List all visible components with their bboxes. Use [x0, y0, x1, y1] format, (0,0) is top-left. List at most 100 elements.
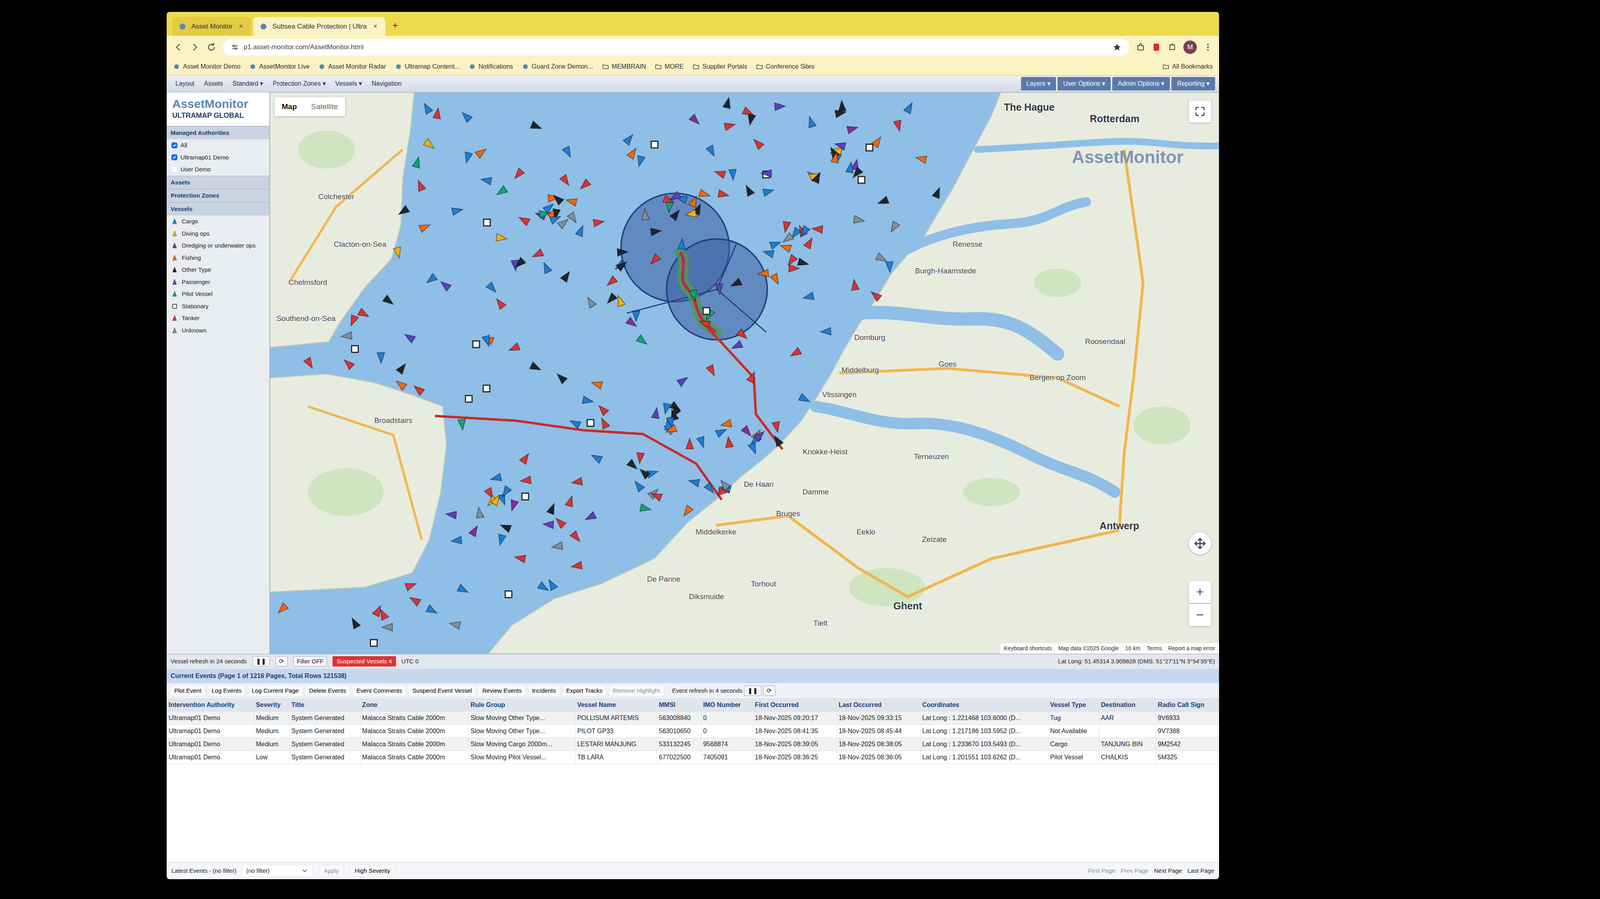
column-header[interactable]: Rule Group — [468, 698, 576, 712]
legend-item[interactable]: Pilot Vessel — [166, 288, 270, 301]
attribution-item[interactable]: Terms — [1146, 644, 1162, 653]
menu-item[interactable]: Protection Zones ▾ — [267, 77, 331, 91]
reload-icon[interactable] — [206, 42, 217, 53]
section-title[interactable]: Protection Zones — [166, 188, 270, 203]
column-header[interactable]: Vessel Type — [1048, 698, 1100, 712]
pan-control[interactable] — [1188, 532, 1212, 555]
map-type-button[interactable]: Map — [274, 97, 304, 117]
toolbar-button[interactable]: Suspend Event Vessel — [407, 684, 477, 698]
bookmark[interactable]: Notifications — [468, 61, 514, 72]
column-header[interactable]: Vessel Name — [575, 698, 658, 712]
column-header[interactable]: Severity — [253, 698, 290, 712]
menu-item[interactable]: Assets — [199, 77, 228, 91]
page-link[interactable]: Next Page — [1153, 866, 1182, 876]
item-checkbox[interactable] — [171, 142, 178, 149]
menu-item[interactable]: Navigation — [366, 77, 407, 91]
profile-button[interactable]: M — [1183, 40, 1197, 54]
menu-item[interactable]: Reporting ▾ — [1171, 76, 1216, 91]
extension-icon[interactable] — [1135, 42, 1146, 52]
map-type-button[interactable]: Satellite — [303, 97, 346, 117]
forward-icon[interactable] — [189, 42, 200, 53]
event-row[interactable]: Ultramap01 DemoMediumSystem GeneratedMal… — [167, 738, 1220, 752]
column-header[interactable]: Last Occurred — [836, 698, 921, 712]
column-header[interactable]: Intervention Authority — [167, 698, 255, 712]
back-icon[interactable] — [173, 42, 184, 53]
menu-item[interactable]: Layout — [170, 77, 200, 91]
status-button[interactable]: Filter OFF — [293, 656, 328, 668]
legend-item[interactable]: Diving ops — [166, 227, 270, 241]
filter-select[interactable]: (no filter) — [241, 865, 314, 878]
column-header[interactable]: Radio Call Sign — [1155, 698, 1219, 712]
map[interactable]: The HagueRotterdamAntwerpGhentBrugesMidd… — [269, 92, 1220, 654]
star-icon[interactable] — [1112, 42, 1122, 52]
legend-item[interactable]: Cargo — [166, 215, 270, 228]
footer-button[interactable]: High Severity — [349, 865, 396, 878]
menu-item[interactable]: Admin Options ▾ — [1112, 76, 1170, 91]
bookmark[interactable]: Ultramap Content... — [394, 61, 460, 72]
column-header[interactable]: MMSI — [657, 698, 702, 712]
legend-item[interactable]: Stationary — [166, 300, 270, 313]
event-row[interactable]: Ultramap01 DemoLowSystem GeneratedMalacc… — [167, 751, 1220, 765]
menu-item[interactable]: Standard ▾ — [227, 77, 268, 91]
menu-item[interactable]: Layers ▾ — [1021, 76, 1056, 91]
browser-tab[interactable]: Subsea Cable Protection | Ultra× — [253, 17, 385, 36]
toolbar-button[interactable]: Event Comments — [351, 684, 407, 698]
bookmark[interactable]: Asset Monitor Demo — [173, 61, 241, 72]
section-title[interactable]: Vessels — [166, 202, 270, 216]
bookmark[interactable]: Conference Sites — [755, 61, 815, 72]
item-checkbox[interactable] — [171, 154, 178, 161]
suspected-vessels-badge[interactable]: Suspected Vessels 4 — [332, 656, 396, 668]
toolbar-button[interactable]: Incidents — [527, 684, 561, 698]
refresh-control[interactable]: ❚❚ — [744, 685, 762, 697]
attribution-item[interactable]: Keyboard shortcuts — [1003, 644, 1052, 653]
fullscreen-button[interactable] — [1188, 100, 1212, 123]
legend-item[interactable]: Passenger — [166, 276, 270, 289]
zoom-in-button[interactable]: + — [1188, 580, 1212, 604]
page-link[interactable]: Last Page — [1187, 866, 1215, 876]
sidebar-item[interactable]: Ultramap01 Demo — [166, 151, 270, 164]
toolbar-button[interactable]: Export Tracks — [561, 684, 608, 698]
tab-close-button[interactable]: × — [371, 21, 379, 32]
bookmark[interactable]: Guard Zone Demon... — [521, 61, 594, 72]
puzzle-icon[interactable] — [1167, 42, 1177, 52]
section-title[interactable]: Assets — [166, 175, 270, 190]
menu-dots-icon[interactable] — [1203, 42, 1213, 52]
status-button[interactable]: ❚❚ — [252, 656, 270, 668]
status-button[interactable]: ⟳ — [275, 656, 288, 668]
column-header[interactable]: Title — [289, 698, 361, 712]
legend-item[interactable]: Dredging or underwater ops — [166, 239, 270, 252]
legend-item[interactable]: Other Type — [166, 263, 270, 277]
attribution-item[interactable]: Report a map error — [1168, 644, 1216, 653]
pdf-icon[interactable] — [1151, 42, 1162, 52]
legend-item[interactable]: Fishing — [166, 251, 270, 265]
bookmark[interactable]: Supplier Portals — [692, 61, 748, 72]
bookmark[interactable]: MEMBRAIN — [601, 61, 647, 72]
toolbar-button[interactable]: Plot Event — [169, 684, 206, 698]
toolbar-button[interactable]: Delete Events — [304, 684, 351, 698]
event-row[interactable]: Ultramap01 DemoMediumSystem GeneratedMal… — [167, 725, 1220, 739]
toolbar-button[interactable]: Log Events — [207, 684, 246, 698]
menu-item[interactable]: Vessels ▾ — [330, 77, 368, 91]
legend-item[interactable]: Tanker — [166, 312, 270, 325]
tab-close-button[interactable]: × — [237, 21, 245, 32]
legend-item[interactable]: Unknown — [166, 324, 270, 337]
menu-item[interactable]: User Options ▾ — [1057, 76, 1111, 91]
new-tab-button[interactable]: + — [387, 15, 403, 36]
all-bookmarks[interactable]: All Bookmarks — [1162, 61, 1213, 72]
column-header[interactable]: Destination — [1099, 698, 1156, 712]
browser-tab[interactable]: Asset Monitor× — [172, 17, 251, 36]
column-header[interactable]: First Occurred — [753, 698, 837, 712]
refresh-control[interactable]: ⟳ — [763, 685, 776, 697]
bookmark[interactable]: AssetMonitor Live — [249, 61, 310, 72]
address-bar[interactable]: p1.asset-monitor.com/AssetMonitor.html — [223, 38, 1130, 56]
toolbar-button[interactable]: Log Current Page — [247, 684, 303, 698]
section-title[interactable]: Managed Authorities — [166, 126, 270, 140]
sidebar-item[interactable]: User Demo — [166, 163, 270, 176]
bookmark[interactable]: Asset Monitor Radar — [318, 61, 387, 72]
column-header[interactable]: Zone — [360, 698, 469, 712]
sidebar-item[interactable]: All — [166, 139, 270, 152]
column-header[interactable]: Coordinates — [920, 698, 1049, 712]
column-header[interactable]: IMO Number — [701, 698, 753, 712]
event-row[interactable]: Ultramap01 DemoMediumSystem GeneratedMal… — [167, 711, 1220, 725]
toolbar-button[interactable]: Review Events — [477, 684, 526, 698]
